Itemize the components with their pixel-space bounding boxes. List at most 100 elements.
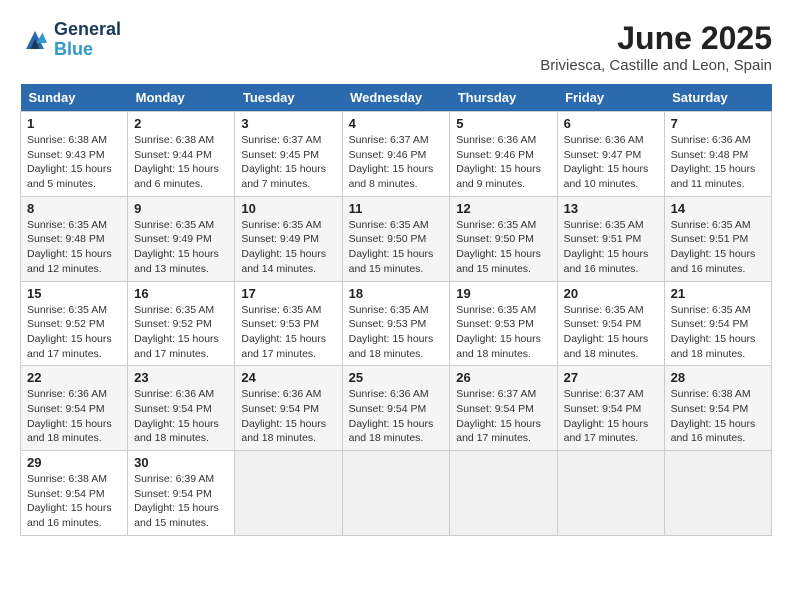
table-row: 15 Sunrise: 6:35 AMSunset: 9:52 PMDaylig… — [21, 281, 128, 366]
page-subtitle: Briviesca, Castille and Leon, Spain — [540, 57, 772, 74]
cell-info: Sunrise: 6:39 AMSunset: 9:54 PMDaylight:… — [134, 473, 219, 529]
table-row: 16 Sunrise: 6:35 AMSunset: 9:52 PMDaylig… — [128, 281, 235, 366]
table-row: 29 Sunrise: 6:38 AMSunset: 9:54 PMDaylig… — [21, 451, 128, 536]
day-number: 25 — [349, 370, 444, 385]
table-row — [664, 451, 771, 536]
cell-info: Sunrise: 6:35 AMSunset: 9:50 PMDaylight:… — [349, 219, 434, 275]
day-number: 12 — [456, 201, 550, 216]
table-row: 27 Sunrise: 6:37 AMSunset: 9:54 PMDaylig… — [557, 366, 664, 451]
cell-info: Sunrise: 6:35 AMSunset: 9:51 PMDaylight:… — [671, 219, 756, 275]
cell-info: Sunrise: 6:35 AMSunset: 9:53 PMDaylight:… — [456, 304, 541, 360]
logo-text: General Blue — [54, 20, 121, 60]
table-row: 5 Sunrise: 6:36 AMSunset: 9:46 PMDayligh… — [450, 112, 557, 197]
calendar-table: Sunday Monday Tuesday Wednesday Thursday… — [20, 84, 772, 536]
table-row: 26 Sunrise: 6:37 AMSunset: 9:54 PMDaylig… — [450, 366, 557, 451]
table-row: 25 Sunrise: 6:36 AMSunset: 9:54 PMDaylig… — [342, 366, 450, 451]
day-number: 5 — [456, 116, 550, 131]
logo: General Blue — [20, 20, 121, 60]
table-row: 19 Sunrise: 6:35 AMSunset: 9:53 PMDaylig… — [450, 281, 557, 366]
table-row — [557, 451, 664, 536]
day-number: 7 — [671, 116, 765, 131]
day-number: 29 — [27, 455, 121, 470]
table-row: 22 Sunrise: 6:36 AMSunset: 9:54 PMDaylig… — [21, 366, 128, 451]
cell-info: Sunrise: 6:36 AMSunset: 9:46 PMDaylight:… — [456, 134, 541, 190]
table-row: 9 Sunrise: 6:35 AMSunset: 9:49 PMDayligh… — [128, 196, 235, 281]
cell-info: Sunrise: 6:36 AMSunset: 9:48 PMDaylight:… — [671, 134, 756, 190]
day-number: 28 — [671, 370, 765, 385]
table-row: 20 Sunrise: 6:35 AMSunset: 9:54 PMDaylig… — [557, 281, 664, 366]
cell-info: Sunrise: 6:35 AMSunset: 9:52 PMDaylight:… — [134, 304, 219, 360]
col-header-tuesday: Tuesday — [235, 84, 342, 112]
table-row — [342, 451, 450, 536]
table-row: 21 Sunrise: 6:35 AMSunset: 9:54 PMDaylig… — [664, 281, 771, 366]
table-row: 12 Sunrise: 6:35 AMSunset: 9:50 PMDaylig… — [450, 196, 557, 281]
table-row: 7 Sunrise: 6:36 AMSunset: 9:48 PMDayligh… — [664, 112, 771, 197]
day-number: 13 — [564, 201, 658, 216]
day-number: 22 — [27, 370, 121, 385]
day-number: 17 — [241, 286, 335, 301]
day-number: 15 — [27, 286, 121, 301]
table-row: 13 Sunrise: 6:35 AMSunset: 9:51 PMDaylig… — [557, 196, 664, 281]
col-header-sunday: Sunday — [21, 84, 128, 112]
table-row: 30 Sunrise: 6:39 AMSunset: 9:54 PMDaylig… — [128, 451, 235, 536]
cell-info: Sunrise: 6:35 AMSunset: 9:51 PMDaylight:… — [564, 219, 649, 275]
table-row: 10 Sunrise: 6:35 AMSunset: 9:49 PMDaylig… — [235, 196, 342, 281]
day-number: 21 — [671, 286, 765, 301]
cell-info: Sunrise: 6:37 AMSunset: 9:54 PMDaylight:… — [456, 388, 541, 444]
cell-info: Sunrise: 6:36 AMSunset: 9:54 PMDaylight:… — [349, 388, 434, 444]
table-row: 3 Sunrise: 6:37 AMSunset: 9:45 PMDayligh… — [235, 112, 342, 197]
cell-info: Sunrise: 6:35 AMSunset: 9:49 PMDaylight:… — [241, 219, 326, 275]
day-number: 6 — [564, 116, 658, 131]
day-number: 9 — [134, 201, 228, 216]
table-row — [235, 451, 342, 536]
cell-info: Sunrise: 6:36 AMSunset: 9:54 PMDaylight:… — [134, 388, 219, 444]
day-number: 1 — [27, 116, 121, 131]
table-row: 17 Sunrise: 6:35 AMSunset: 9:53 PMDaylig… — [235, 281, 342, 366]
day-number: 3 — [241, 116, 335, 131]
page-header: General Blue June 2025 Briviesca, Castil… — [20, 20, 772, 74]
table-row: 18 Sunrise: 6:35 AMSunset: 9:53 PMDaylig… — [342, 281, 450, 366]
cell-info: Sunrise: 6:36 AMSunset: 9:54 PMDaylight:… — [241, 388, 326, 444]
day-number: 30 — [134, 455, 228, 470]
table-row: 28 Sunrise: 6:38 AMSunset: 9:54 PMDaylig… — [664, 366, 771, 451]
cell-info: Sunrise: 6:35 AMSunset: 9:52 PMDaylight:… — [27, 304, 112, 360]
day-number: 4 — [349, 116, 444, 131]
day-number: 23 — [134, 370, 228, 385]
cell-info: Sunrise: 6:35 AMSunset: 9:50 PMDaylight:… — [456, 219, 541, 275]
table-row: 24 Sunrise: 6:36 AMSunset: 9:54 PMDaylig… — [235, 366, 342, 451]
cell-info: Sunrise: 6:35 AMSunset: 9:53 PMDaylight:… — [349, 304, 434, 360]
cell-info: Sunrise: 6:37 AMSunset: 9:45 PMDaylight:… — [241, 134, 326, 190]
day-number: 24 — [241, 370, 335, 385]
cell-info: Sunrise: 6:35 AMSunset: 9:54 PMDaylight:… — [564, 304, 649, 360]
day-number: 8 — [27, 201, 121, 216]
cell-info: Sunrise: 6:38 AMSunset: 9:43 PMDaylight:… — [27, 134, 112, 190]
table-row: 1 Sunrise: 6:38 AMSunset: 9:43 PMDayligh… — [21, 112, 128, 197]
cell-info: Sunrise: 6:35 AMSunset: 9:49 PMDaylight:… — [134, 219, 219, 275]
logo-icon — [20, 25, 50, 55]
day-number: 19 — [456, 286, 550, 301]
table-row: 11 Sunrise: 6:35 AMSunset: 9:50 PMDaylig… — [342, 196, 450, 281]
col-header-wednesday: Wednesday — [342, 84, 450, 112]
table-row: 4 Sunrise: 6:37 AMSunset: 9:46 PMDayligh… — [342, 112, 450, 197]
day-number: 10 — [241, 201, 335, 216]
day-number: 2 — [134, 116, 228, 131]
cell-info: Sunrise: 6:35 AMSunset: 9:48 PMDaylight:… — [27, 219, 112, 275]
cell-info: Sunrise: 6:37 AMSunset: 9:46 PMDaylight:… — [349, 134, 434, 190]
cell-info: Sunrise: 6:37 AMSunset: 9:54 PMDaylight:… — [564, 388, 649, 444]
day-number: 26 — [456, 370, 550, 385]
cell-info: Sunrise: 6:38 AMSunset: 9:44 PMDaylight:… — [134, 134, 219, 190]
cell-info: Sunrise: 6:35 AMSunset: 9:53 PMDaylight:… — [241, 304, 326, 360]
table-row: 6 Sunrise: 6:36 AMSunset: 9:47 PMDayligh… — [557, 112, 664, 197]
day-number: 27 — [564, 370, 658, 385]
calendar-header-row: Sunday Monday Tuesday Wednesday Thursday… — [21, 84, 772, 112]
col-header-monday: Monday — [128, 84, 235, 112]
cell-info: Sunrise: 6:38 AMSunset: 9:54 PMDaylight:… — [27, 473, 112, 529]
table-row: 14 Sunrise: 6:35 AMSunset: 9:51 PMDaylig… — [664, 196, 771, 281]
table-row — [450, 451, 557, 536]
col-header-thursday: Thursday — [450, 84, 557, 112]
table-row: 8 Sunrise: 6:35 AMSunset: 9:48 PMDayligh… — [21, 196, 128, 281]
table-row: 2 Sunrise: 6:38 AMSunset: 9:44 PMDayligh… — [128, 112, 235, 197]
col-header-friday: Friday — [557, 84, 664, 112]
cell-info: Sunrise: 6:36 AMSunset: 9:54 PMDaylight:… — [27, 388, 112, 444]
day-number: 20 — [564, 286, 658, 301]
